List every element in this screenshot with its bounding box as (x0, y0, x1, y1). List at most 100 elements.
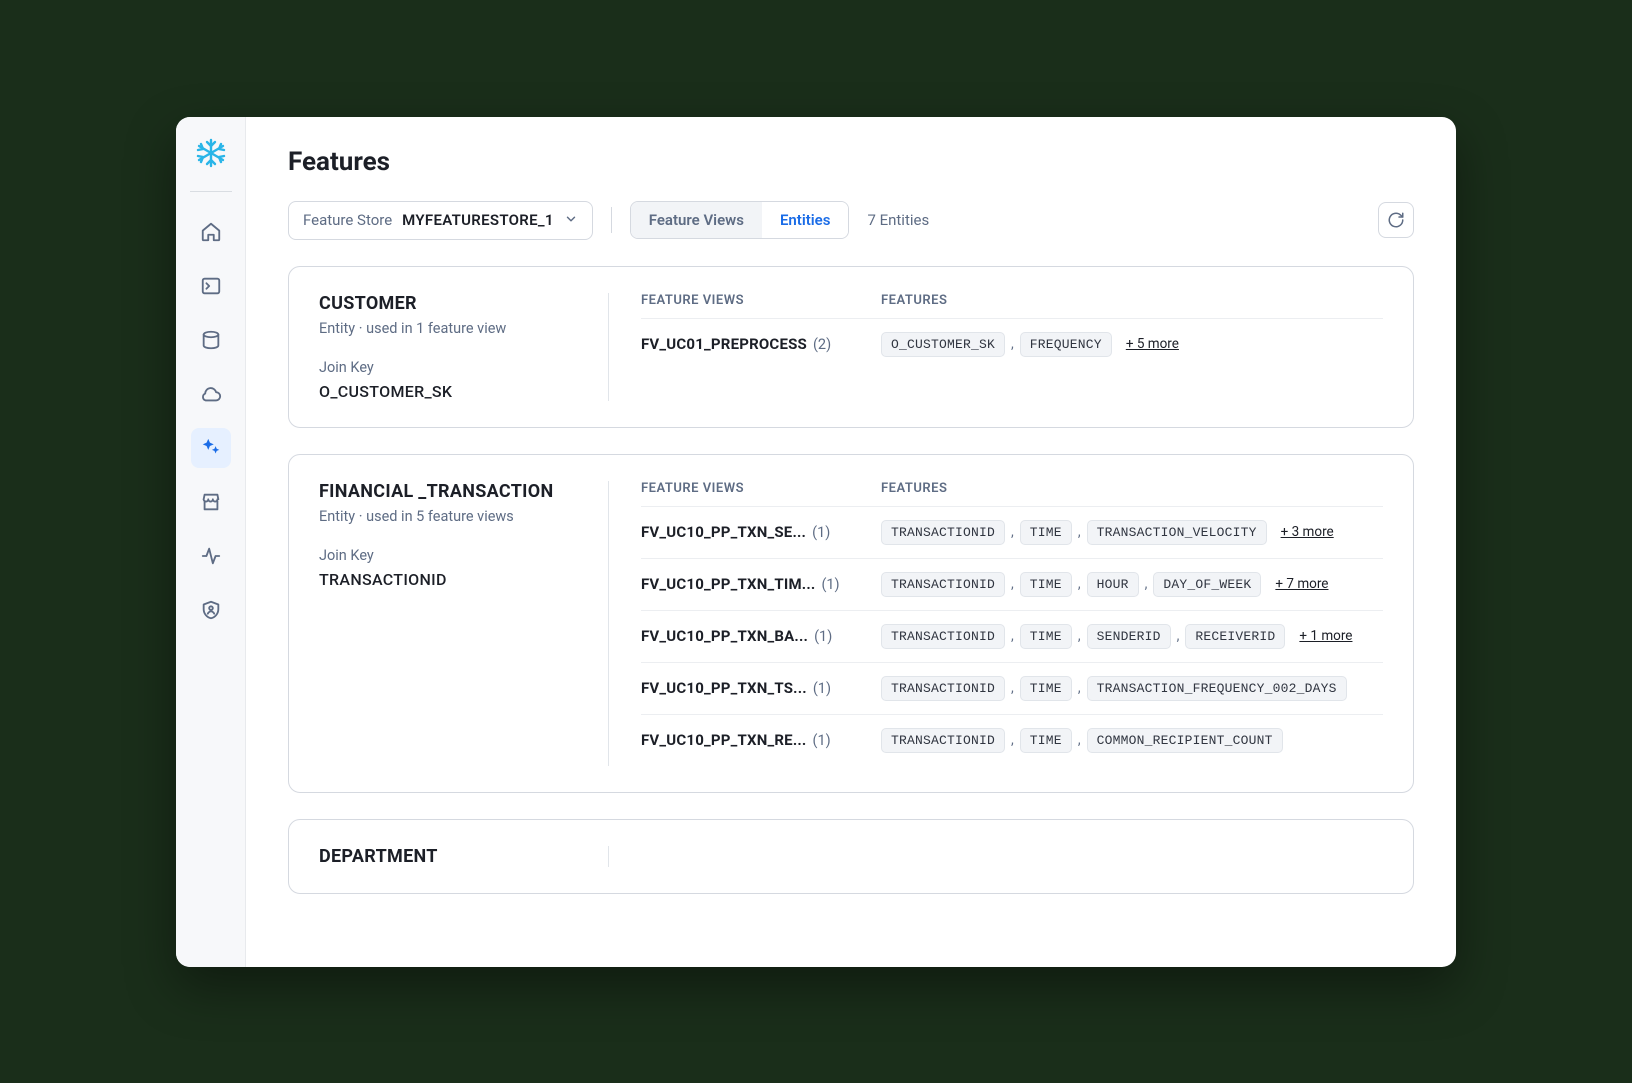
store-label: Feature Store (303, 211, 392, 229)
feature-tag[interactable]: COMMON_RECIPIENT_COUNT (1087, 728, 1283, 753)
separator: , (1011, 336, 1014, 352)
feature-tag[interactable]: TRANSACTION_FREQUENCY_002_DAYS (1087, 676, 1347, 701)
refresh-icon (1387, 211, 1405, 229)
entity-card: CUSTOMER Entity · used in 1 feature view… (288, 266, 1414, 428)
feature-tag[interactable]: DAY_OF_WEEK (1153, 572, 1261, 597)
feature-list: TRANSACTIONID,TIME,TRANSACTION_VELOCITY+… (881, 520, 1383, 545)
feature-view-row: FV_UC10_PP_TXN_BA... (1) TRANSACTIONID, TIM… (641, 610, 1383, 662)
sidebar-divider (190, 191, 232, 192)
feature-view-row: FV_UC01_PREPROCESS (2) O_CUSTOMER_SK, FREQU… (641, 318, 1383, 370)
feature-tag[interactable]: TIME (1020, 624, 1072, 649)
nav-admin[interactable] (191, 590, 231, 630)
entity-meta: Entity · used in 1 feature view (319, 320, 578, 337)
feature-list: O_CUSTOMER_SK, FREQUENCY + 5 more (881, 332, 1383, 357)
nav-ai-ml[interactable] (191, 428, 231, 468)
feature-view-name[interactable]: FV_UC10_PP_TXN_BA... (641, 627, 808, 645)
entity-name: DEPARTMENT (319, 846, 578, 867)
entity-detail: FEATURE VIEWS FEATURES FV_UC10_PP_TXN_SE… (609, 481, 1383, 766)
feature-view-name[interactable]: FV_UC10_PP_TXN_TIM... (641, 575, 815, 593)
separator: , (1078, 576, 1081, 592)
feature-view-count: (1) (814, 628, 832, 645)
separator: , (1078, 732, 1081, 748)
feature-view-count: (1) (821, 576, 839, 593)
tab-feature-views[interactable]: Feature Views (631, 202, 762, 238)
more-features-link[interactable]: + 7 more (1275, 576, 1328, 592)
toolbar: Feature Store MYFEATURESTORE_1 Feature V… (288, 201, 1414, 240)
entity-detail (609, 846, 1383, 867)
store-value: MYFEATURESTORE_1 (402, 211, 554, 229)
entity-card: FINANCIAL _TRANSACTION Entity · used in … (288, 454, 1414, 793)
join-key-label: Join Key (319, 547, 578, 564)
nav-activity[interactable] (191, 536, 231, 576)
feature-view-count: (1) (813, 680, 831, 697)
separator: , (1078, 680, 1081, 696)
feature-view-row: FV_UC10_PP_TXN_RE... (1) TRANSACTIONID, TIM… (641, 714, 1383, 766)
entity-name: FINANCIAL _TRANSACTION (319, 481, 578, 502)
feature-view-name[interactable]: FV_UC10_PP_TXN_SE... (641, 523, 806, 541)
join-key-value: TRANSACTIONID (319, 570, 578, 589)
entity-card: DEPARTMENT (288, 819, 1414, 894)
column-header-features: FEATURES (881, 481, 1383, 496)
feature-tag[interactable]: TIME (1020, 728, 1072, 753)
feature-view-count: (1) (812, 732, 830, 749)
entity-name: CUSTOMER (319, 293, 578, 314)
page-title: Features (288, 147, 1414, 177)
feature-tag[interactable]: TRANSACTIONID (881, 520, 1005, 545)
feature-list: TRANSACTIONID, TIME, COMMON_RECIPIENT_COUN… (881, 728, 1383, 753)
nav-home[interactable] (191, 212, 231, 252)
feature-view-name[interactable]: FV_UC10_PP_TXN_TS... (641, 679, 807, 697)
column-header-feature-views: FEATURE VIEWS (641, 481, 881, 496)
feature-tag[interactable]: SENDERID (1087, 624, 1171, 649)
separator: , (1177, 628, 1180, 644)
entity-detail: FEATURE VIEWS FEATURES FV_UC01_PREPROCES… (609, 293, 1383, 401)
entity-count: 7 Entities (867, 211, 929, 229)
toolbar-divider (611, 207, 612, 233)
feature-view-count: (1) (812, 524, 830, 541)
feature-view-row: FV_UC10_PP_TXN_TS... (1) TRANSACTIONID, TIM… (641, 662, 1383, 714)
feature-view-row: FV_UC10_PP_TXN_SE... (1) TRANSACTIONID, TIM… (641, 506, 1383, 558)
view-tabs: Feature Views Entities (630, 201, 850, 239)
feature-list: TRANSACTIONID,TIME,HOUR,DAY_OF_WEEK+ 7 m… (881, 572, 1383, 597)
chevron-down-icon (564, 211, 578, 230)
more-features-link[interactable]: + 3 more (1281, 524, 1334, 540)
main-content: Features Feature Store MYFEATURESTORE_1 … (246, 117, 1456, 967)
feature-view-name[interactable]: FV_UC10_PP_TXN_RE... (641, 731, 806, 749)
feature-tag[interactable]: O_CUSTOMER_SK (881, 332, 1005, 357)
column-header-features: FEATURES (881, 293, 1383, 308)
tab-entities[interactable]: Entities (762, 202, 849, 238)
feature-tag[interactable]: TRANSACTIONID (881, 572, 1005, 597)
feature-tag[interactable]: TIME (1020, 676, 1072, 701)
join-key-value: O_CUSTOMER_SK (319, 382, 578, 401)
feature-tag[interactable]: TRANSACTION_VELOCITY (1087, 520, 1267, 545)
refresh-button[interactable] (1378, 202, 1414, 238)
feature-view-name[interactable]: FV_UC01_PREPROCESS (641, 335, 807, 353)
nav-cloud[interactable] (191, 374, 231, 414)
column-header-feature-views: FEATURE VIEWS (641, 293, 881, 308)
feature-view-row: FV_UC10_PP_TXN_TIM... (1) TRANSACTIONID, TI… (641, 558, 1383, 610)
feature-tag[interactable]: TRANSACTIONID (881, 728, 1005, 753)
feature-tag[interactable]: HOUR (1087, 572, 1139, 597)
join-key-label: Join Key (319, 359, 578, 376)
feature-tag[interactable]: RECEIVERID (1185, 624, 1285, 649)
separator: , (1145, 576, 1148, 592)
feature-list: TRANSACTIONID, TIME, SENDERID, RECEIVERID + … (881, 624, 1383, 649)
nav-data[interactable] (191, 320, 231, 360)
more-features-link[interactable]: + 5 more (1126, 336, 1179, 352)
nav-worksheets[interactable] (191, 266, 231, 306)
separator: , (1011, 732, 1014, 748)
nav-marketplace[interactable] (191, 482, 231, 522)
feature-tag[interactable]: TIME (1020, 520, 1072, 545)
sidebar (176, 117, 246, 967)
feature-tag[interactable]: TRANSACTIONID (881, 676, 1005, 701)
separator: , (1011, 628, 1014, 644)
feature-tag[interactable]: TRANSACTIONID (881, 624, 1005, 649)
feature-tag[interactable]: TIME (1020, 572, 1072, 597)
entity-meta: Entity · used in 5 feature views (319, 508, 578, 525)
feature-store-selector[interactable]: Feature Store MYFEATURESTORE_1 (288, 201, 593, 240)
more-features-link[interactable]: + 1 more (1299, 628, 1352, 644)
feature-tag[interactable]: FREQUENCY (1020, 332, 1112, 357)
separator: , (1078, 524, 1081, 540)
feature-view-count: (2) (813, 336, 831, 353)
separator: , (1078, 628, 1081, 644)
entity-summary: FINANCIAL _TRANSACTION Entity · used in … (319, 481, 609, 766)
